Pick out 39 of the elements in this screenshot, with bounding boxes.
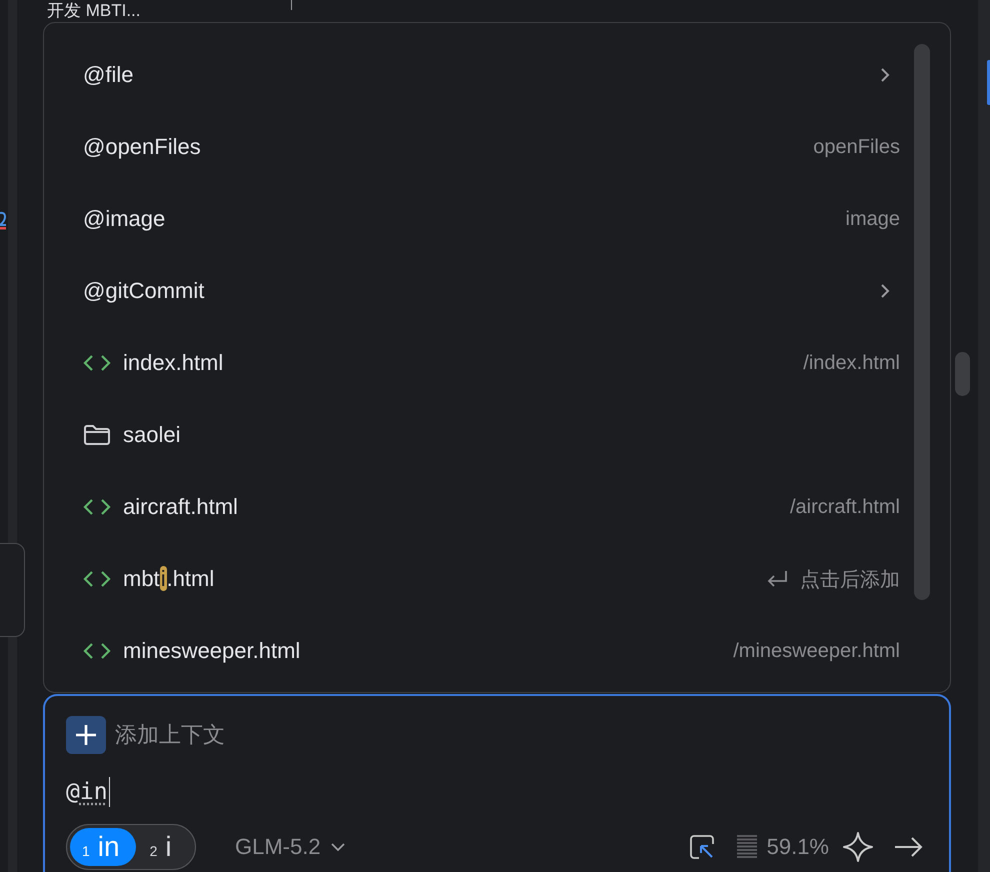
- file-name[interactable]: aircraft.html: [123, 494, 238, 520]
- code-icon: [83, 354, 111, 372]
- candidate-option[interactable]: 1 in: [70, 828, 136, 866]
- code-icon: [83, 642, 111, 660]
- context-usage: 59.1%: [766, 834, 829, 860]
- scrollbar-thumb[interactable]: [914, 44, 930, 600]
- file-name[interactable]: mbti.html: [123, 566, 214, 592]
- sparkle-icon[interactable]: [843, 832, 873, 862]
- code-icon: [83, 570, 111, 588]
- indicator-bar: [987, 60, 990, 105]
- candidate-option[interactable]: 2 i: [144, 828, 178, 866]
- mention-hint: image: [846, 208, 900, 230]
- mention-label[interactable]: @image: [83, 206, 166, 232]
- file-path: /index.html: [803, 352, 900, 374]
- file-path: /minesweeper.html: [733, 640, 900, 662]
- stacked-lines-icon: [736, 835, 757, 859]
- send-button[interactable]: [893, 836, 923, 858]
- mention-label[interactable]: @gitCommit: [83, 278, 204, 304]
- code-icon: [83, 498, 111, 516]
- file-path: /aircraft.html: [790, 496, 900, 518]
- file-name[interactable]: minesweeper.html: [123, 638, 300, 664]
- folder-icon: [83, 424, 111, 446]
- add-context-button[interactable]: [66, 716, 106, 754]
- scrollbar-thumb[interactable]: [955, 352, 970, 396]
- chevron-down-icon: [330, 842, 345, 852]
- box-arrow-icon[interactable]: [688, 834, 715, 860]
- tab-title[interactable]: 开发 MBTI...: [47, 0, 140, 22]
- message-input[interactable]: @in: [66, 775, 923, 809]
- mention-label[interactable]: @openFiles: [83, 134, 201, 160]
- model-selector[interactable]: GLM-5.2: [235, 834, 345, 860]
- mention-hint: openFiles: [813, 136, 900, 158]
- change-marker-icon: [0, 210, 6, 230]
- add-context-label[interactable]: 添加上下文: [115, 720, 225, 750]
- add-hint: 点击后添加: [800, 568, 900, 592]
- arrow-right-icon: [893, 836, 923, 858]
- file-name[interactable]: index.html: [123, 350, 224, 376]
- folder-name[interactable]: saolei: [123, 422, 180, 448]
- mention-label[interactable]: @file: [83, 62, 134, 88]
- plus-icon: [75, 724, 97, 746]
